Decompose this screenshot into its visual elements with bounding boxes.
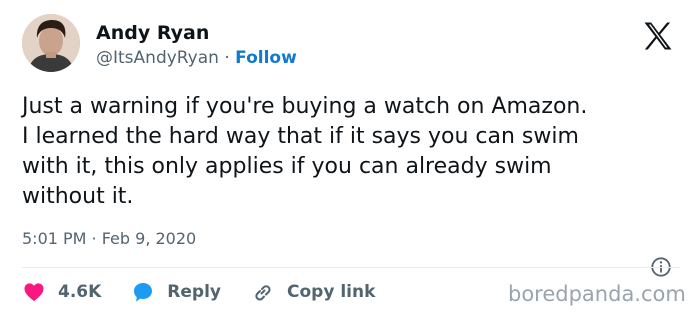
- tweet-actions: 4.6K Reply Copy link: [22, 278, 405, 306]
- author-name[interactable]: Andy Ryan: [96, 22, 209, 44]
- follow-button[interactable]: Follow: [235, 48, 297, 68]
- tweet-text-line: without it.: [22, 184, 134, 209]
- tweet-text-line: I learned the hard way that if it says y…: [22, 124, 579, 149]
- tweet-timestamp[interactable]: 5:01 PM · Feb 9, 2020: [22, 229, 196, 248]
- copy-link-label: Copy link: [287, 282, 376, 302]
- divider: [22, 267, 680, 268]
- like-count: 4.6K: [58, 282, 102, 302]
- copy-link-button[interactable]: Copy link: [251, 280, 375, 304]
- watermark: boredpanda.com: [508, 282, 686, 306]
- avatar[interactable]: [22, 14, 80, 72]
- reply-button[interactable]: Reply: [131, 280, 221, 304]
- reply-label: Reply: [167, 282, 221, 302]
- avatar-image: [22, 14, 80, 72]
- tweet-text: Just a warning if you're buying a watch …: [22, 92, 682, 212]
- tweet-text-line: Just a warning if you're buying a watch …: [22, 94, 588, 119]
- handle-separator: ·: [224, 48, 230, 68]
- x-logo-icon[interactable]: [640, 18, 676, 54]
- heart-icon: [24, 283, 44, 301]
- link-icon: [255, 285, 271, 301]
- speech-bubble-icon: [134, 283, 153, 302]
- author-handle-row: @ItsAndyRyan · Follow: [96, 48, 297, 68]
- like-button[interactable]: 4.6K: [22, 280, 101, 304]
- tweet-text-line: with it, this only applies if you can al…: [22, 154, 552, 179]
- author-handle[interactable]: @ItsAndyRyan: [96, 48, 219, 68]
